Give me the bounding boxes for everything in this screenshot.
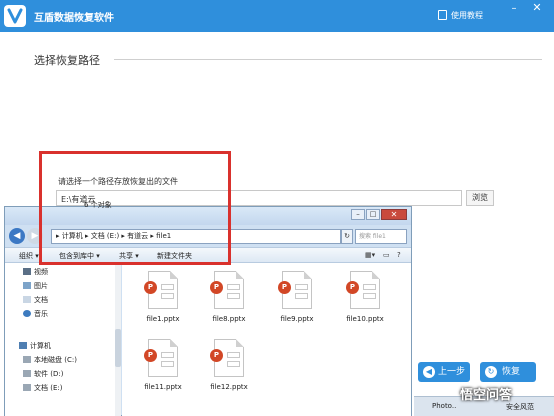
file-item[interactable]: P file9.pptx — [266, 271, 326, 331]
previous-step-label: 上一步 — [438, 367, 466, 377]
drive-icon — [23, 370, 31, 377]
refresh-icon[interactable]: ↻ — [341, 229, 353, 244]
forward-arrow-icon[interactable]: ▶ — [27, 228, 43, 244]
recover-label: 恢复 — [502, 367, 521, 377]
file-item[interactable]: P file10.pptx — [334, 271, 394, 331]
sidebar-item-computer[interactable]: 计算机 — [19, 341, 51, 351]
file-name: file12.pptx — [210, 383, 248, 391]
document-icon — [23, 296, 31, 303]
app-title: 互盾数据恢复软件 — [34, 13, 114, 24]
tutorial-book-icon[interactable] — [438, 10, 447, 20]
file-item[interactable]: P file12.pptx — [198, 339, 258, 399]
title-divider — [114, 59, 542, 60]
page-title: 选择恢复路径 — [34, 54, 100, 67]
pptx-file-icon: P — [210, 271, 244, 309]
back-arrow-icon[interactable]: ◀ — [9, 228, 25, 244]
minimize-button[interactable]: – — [508, 4, 520, 14]
previous-step-button[interactable]: ◀ 上一步 — [418, 362, 470, 382]
file-name: file11.pptx — [144, 383, 182, 391]
path-label: 请选择一个路径存放恢复出的文件 — [58, 177, 178, 186]
navigation-bar: ◀ ▶ ▸ 计算机 ▸ 文档 (E:) ▸ 有道云 ▸ file1 ↻ 搜索 f… — [5, 225, 411, 247]
pptx-file-icon: P — [210, 339, 244, 377]
path-input[interactable]: E:\有道云 — [56, 190, 462, 206]
file-item[interactable]: P file1.pptx — [132, 271, 192, 331]
sidebar-item-pictures[interactable]: 图片 — [23, 281, 48, 291]
sidebar-item-documents[interactable]: 文档 — [23, 295, 48, 305]
arrow-left-icon: ◀ — [423, 366, 435, 378]
file-name: file1.pptx — [146, 315, 180, 323]
app-window: 互盾数据恢复软件 使用教程 – ✕ 选择恢复路径 请选择一个路径存放恢复出的文件… — [0, 0, 554, 416]
status-bar-count: 6 个对象 — [84, 201, 112, 209]
taskbar-item-photo[interactable]: Photo.. — [432, 402, 456, 410]
video-icon — [23, 268, 31, 275]
explorer-toolbar: 组织 ▾ 包含到库中 ▾ 共享 ▾ 新建文件夹 ▦▾ ▭ ? — [5, 247, 411, 263]
dialog-minimize-button[interactable]: – — [351, 209, 365, 220]
pptx-file-icon: P — [346, 271, 380, 309]
sidebar-item-drive-e[interactable]: 文档 (E:) — [23, 383, 62, 393]
sidebar-item-video[interactable]: 视频 — [23, 267, 48, 277]
app-logo-icon — [4, 5, 26, 27]
file-name: file10.pptx — [346, 315, 384, 323]
address-bar[interactable]: ▸ 计算机 ▸ 文档 (E:) ▸ 有道云 ▸ file1 — [51, 229, 341, 244]
computer-icon — [19, 342, 27, 349]
picture-icon — [23, 282, 31, 289]
pptx-file-icon: P — [144, 339, 178, 377]
file-name: file9.pptx — [280, 315, 314, 323]
pptx-file-icon: P — [144, 271, 178, 309]
navigation-pane: 视频 图片 文档 音乐 计算机 本地磁盘 (C:) 软件 (D:) 文档 (E:… — [5, 263, 121, 416]
file-item[interactable]: P file8.pptx — [198, 271, 258, 331]
view-options-icon[interactable]: ▦▾ — [365, 251, 375, 259]
drive-icon — [23, 356, 31, 363]
sidebar-item-drive-d[interactable]: 软件 (D:) — [23, 369, 63, 379]
sidebar-item-drive-c[interactable]: 本地磁盘 (C:) — [23, 355, 77, 365]
folder-browser-dialog: – □ ✕ ◀ ▶ ▸ 计算机 ▸ 文档 (E:) ▸ 有道云 ▸ file1 … — [4, 206, 412, 416]
pptx-file-icon: P — [278, 271, 312, 309]
dialog-maximize-button[interactable]: □ — [366, 209, 380, 220]
search-input[interactable]: 搜索 file1 — [355, 229, 407, 244]
watermark: 悟空问答 — [460, 388, 513, 403]
tutorial-link[interactable]: 使用教程 — [451, 10, 483, 21]
preview-pane-icon[interactable]: ▭ — [383, 251, 390, 259]
organize-menu[interactable]: 组织 ▾ — [19, 251, 39, 261]
help-icon[interactable]: ? — [397, 251, 401, 259]
new-folder-button[interactable]: 新建文件夹 — [157, 251, 192, 261]
dialog-close-button[interactable]: ✕ — [381, 209, 407, 220]
recover-button[interactable]: ↻ 恢复 — [480, 362, 536, 382]
close-button[interactable]: ✕ — [530, 2, 544, 14]
share-menu[interactable]: 共享 ▾ — [119, 251, 139, 261]
file-item[interactable]: P file11.pptx — [132, 339, 192, 399]
file-list: P file1.pptx P file8.pptx P file9.pptx P… — [122, 263, 411, 416]
browse-button[interactable]: 浏览 — [466, 190, 494, 206]
file-name: file8.pptx — [212, 315, 246, 323]
dialog-title-bar: – □ ✕ — [5, 207, 411, 225]
sidebar-item-music[interactable]: 音乐 — [23, 309, 48, 319]
music-icon — [23, 310, 31, 317]
title-bar: 互盾数据恢复软件 使用教程 – ✕ — [0, 0, 554, 32]
recover-icon: ↻ — [485, 366, 497, 378]
include-in-library-menu[interactable]: 包含到库中 ▾ — [59, 251, 100, 261]
drive-icon — [23, 384, 31, 391]
sidebar-scroll-thumb[interactable] — [115, 329, 121, 367]
